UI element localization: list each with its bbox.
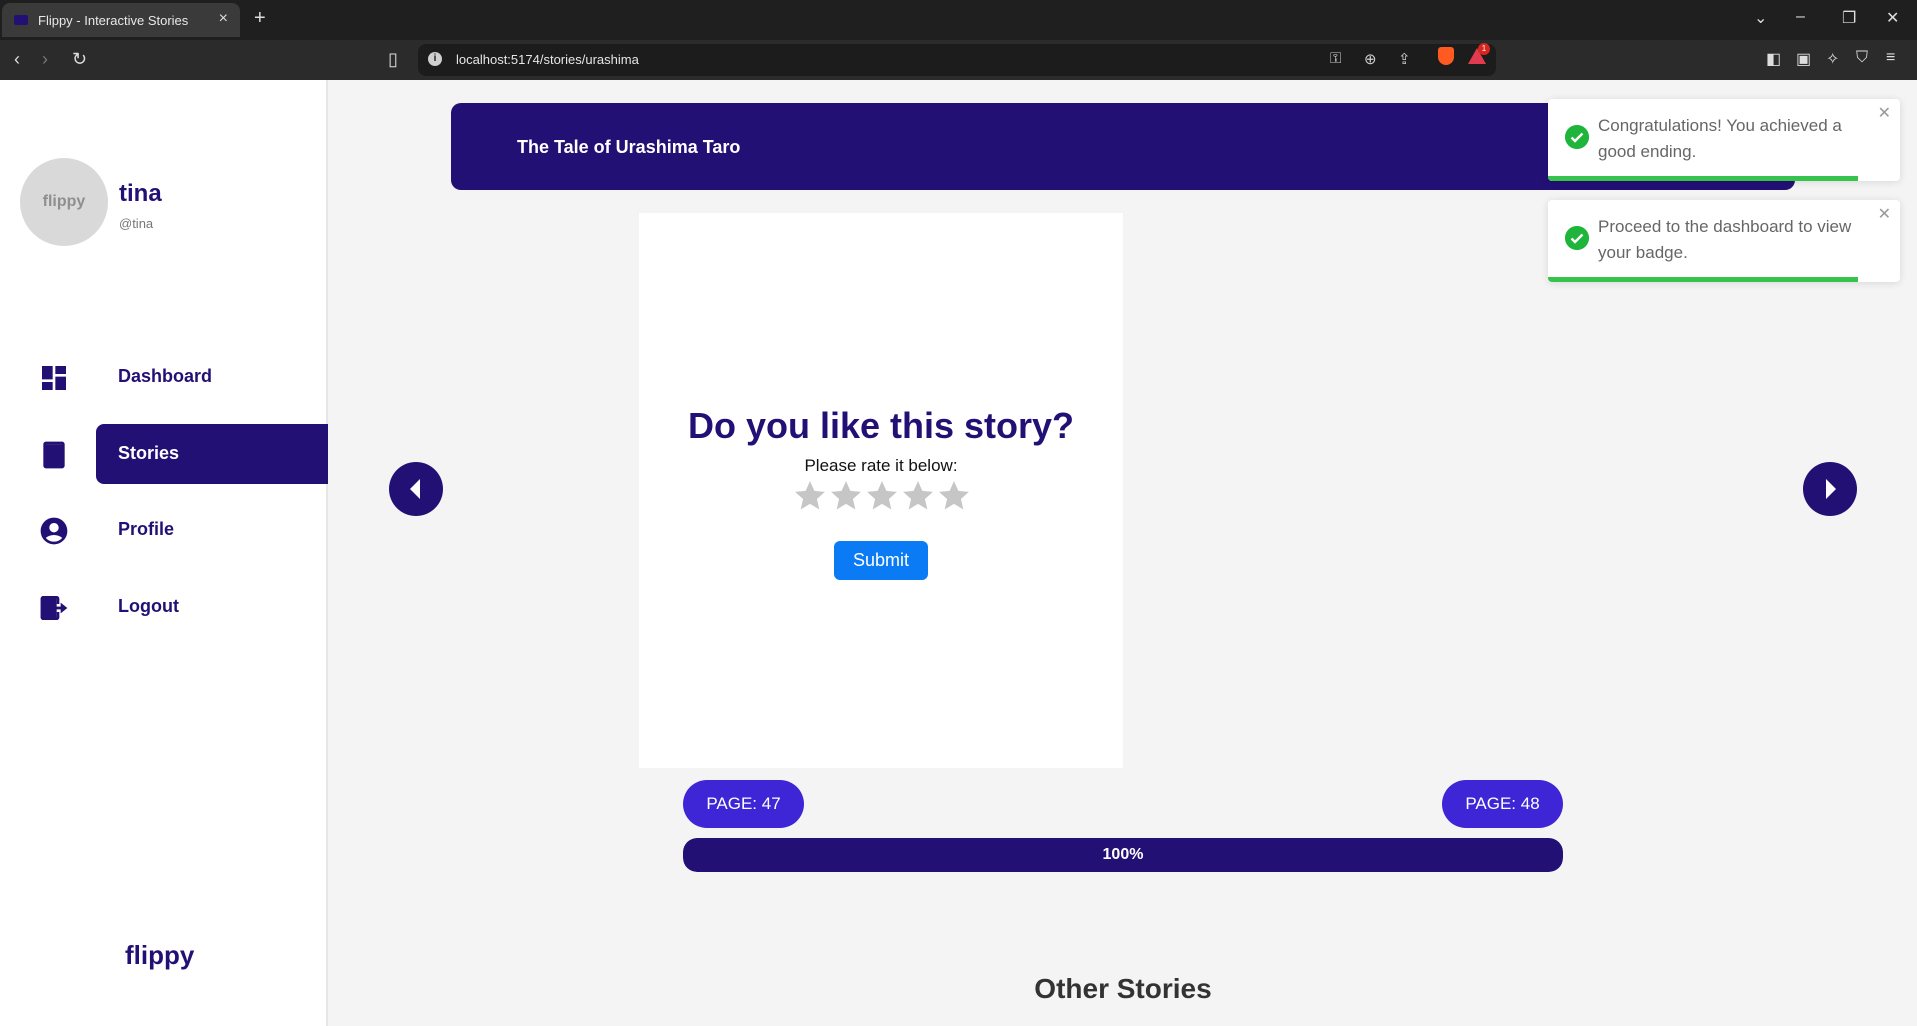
dashboard-icon: [42, 366, 66, 390]
toast-timer-bar: [1548, 176, 1858, 181]
address-bar[interactable]: i localhost:5174/stories/urashima ⚿ ⊕ ⇪: [418, 44, 1496, 76]
user-handle: @tina: [119, 216, 154, 231]
submit-rating-button[interactable]: Submit: [834, 541, 928, 580]
account-circle-icon: [40, 517, 68, 545]
rating-question: Do you like this story?: [687, 405, 1075, 446]
leo-ai-icon[interactable]: ✧: [1826, 49, 1839, 69]
sidebar-item-logout[interactable]: Logout: [0, 577, 328, 637]
story-title: The Tale of Urashima Taro: [517, 137, 741, 157]
book-icon: [43, 441, 65, 469]
forward-icon[interactable]: ›: [42, 49, 48, 70]
rewards-badge: 1: [1478, 43, 1490, 55]
other-stories-heading: Other Stories: [1034, 973, 1212, 1004]
minimize-icon[interactable]: –: [1796, 8, 1805, 26]
star-icon[interactable]: [901, 479, 935, 513]
next-page-button[interactable]: [1803, 462, 1857, 516]
close-tab-icon[interactable]: ×: [219, 10, 228, 28]
tab-list-chevron-icon[interactable]: ⌄: [1754, 8, 1767, 28]
sidebar-item-profile[interactable]: Profile: [0, 500, 328, 560]
story-page-card: Do you like this story? Please rate it b…: [639, 213, 1123, 768]
reload-icon[interactable]: ↻: [72, 49, 87, 70]
menu-icon[interactable]: ≡: [1886, 49, 1895, 67]
previous-page-button[interactable]: [389, 462, 443, 516]
toast-close-icon[interactable]: ✕: [1878, 103, 1891, 123]
sidebar-item-label: Dashboard: [118, 366, 213, 386]
brand-logo[interactable]: flippy: [125, 940, 194, 971]
rating-prompt: Please rate it below:: [804, 456, 958, 475]
sidebar-item-dashboard[interactable]: Dashboard: [0, 347, 328, 407]
vpn-shield-icon[interactable]: ⛉: [1856, 49, 1868, 67]
username: tina: [119, 180, 162, 207]
wallet-icon[interactable]: ▣: [1796, 49, 1811, 69]
bookmark-icon[interactable]: ▯: [388, 49, 398, 70]
browser-tab-bar: Flippy - Interactive Stories × + ⌄ – ❐ ✕: [0, 0, 1917, 40]
restore-icon[interactable]: ❐: [1842, 8, 1856, 28]
new-tab-icon[interactable]: +: [254, 7, 266, 30]
toast-timer-bar: [1548, 277, 1858, 282]
sidebar-toggle-icon[interactable]: ◧: [1766, 49, 1781, 69]
brave-shields-icon[interactable]: [1438, 47, 1454, 65]
toast-notification: Congratulations! You achieved a good end…: [1548, 99, 1900, 181]
browser-toolbar: ‹ › ↻ ▯ i localhost:5174/stories/urashim…: [0, 40, 1917, 80]
story-progress-bar: 100%: [683, 838, 1563, 872]
window-close-icon[interactable]: ✕: [1886, 8, 1899, 28]
progress-text: 100%: [1102, 846, 1144, 863]
tab-title: Flippy - Interactive Stories: [38, 13, 189, 28]
site-info-icon[interactable]: i: [428, 52, 442, 66]
check-circle-icon: [1565, 226, 1589, 250]
url-text[interactable]: localhost:5174/stories/urashima: [456, 52, 639, 67]
zoom-icon[interactable]: ⊕: [1364, 50, 1377, 68]
share-icon[interactable]: ⇪: [1398, 50, 1411, 68]
star-rating[interactable]: [793, 479, 973, 515]
star-icon[interactable]: [865, 479, 899, 513]
right-page-number: PAGE: 48: [1442, 780, 1563, 828]
star-icon[interactable]: [829, 479, 863, 513]
sidebar: flippy tina @tina Dashboard Stories Prof…: [0, 80, 328, 1026]
favicon-icon: [14, 15, 28, 25]
toast-message: Proceed to the dashboard to view your ba…: [1598, 217, 1852, 262]
browser-tab[interactable]: Flippy - Interactive Stories ×: [2, 3, 240, 37]
sidebar-item-label: Stories: [118, 443, 180, 463]
logout-icon: [40, 596, 68, 620]
left-page-number: PAGE: 47: [683, 780, 804, 828]
back-icon[interactable]: ‹: [14, 49, 20, 70]
caret-left-icon: [410, 479, 420, 499]
sidebar-item-label: Profile: [118, 519, 175, 539]
star-icon[interactable]: [937, 479, 971, 513]
toast-message: Congratulations! You achieved a good end…: [1598, 116, 1842, 161]
sidebar-item-label: Logout: [118, 596, 179, 616]
star-icon[interactable]: [793, 479, 827, 513]
sidebar-item-stories[interactable]: Stories: [0, 424, 328, 484]
toast-close-icon[interactable]: ✕: [1878, 204, 1891, 224]
avatar: flippy: [20, 158, 108, 246]
check-circle-icon: [1565, 125, 1589, 149]
password-key-icon[interactable]: ⚿: [1330, 50, 1341, 67]
caret-right-icon: [1826, 479, 1836, 499]
toast-notification: Proceed to the dashboard to view your ba…: [1548, 200, 1900, 282]
